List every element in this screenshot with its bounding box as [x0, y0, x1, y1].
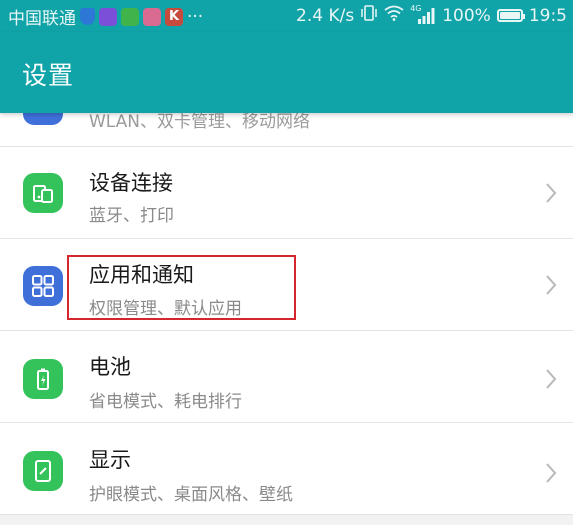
- clock: 19:5: [528, 5, 567, 26]
- chevron-right-icon: [546, 369, 557, 389]
- shield-app-icon: [80, 8, 95, 25]
- settings-item-subtitle: WLAN、双卡管理、移动网络: [89, 113, 311, 132]
- status-bar-right: 2.4 K/s 4G 100% 19:5: [296, 4, 567, 27]
- settings-item-title: 电池: [89, 355, 131, 379]
- highlight-box: [67, 255, 296, 320]
- wechat-app-icon: [121, 7, 139, 26]
- settings-item-subtitle: 护眼模式、桌面风格、壁纸: [89, 485, 293, 505]
- settings-item-battery[interactable]: 电池 省电模式、耗电排行: [0, 331, 573, 423]
- status-bar-left: 中国联通 K ···: [8, 4, 204, 30]
- settings-list[interactable]: WLAN、双卡管理、移动网络 设备连接 蓝牙、打印 应用和通知 权限管理、默认应…: [0, 113, 573, 525]
- battery-icon: [496, 9, 525, 22]
- signal-icon: 4G: [410, 4, 436, 25]
- row-divider: [0, 514, 573, 515]
- settings-item-network[interactable]: WLAN、双卡管理、移动网络: [0, 113, 573, 147]
- page-title: 设置: [22, 61, 75, 90]
- carrier-label: 中国联通: [8, 9, 76, 29]
- battery-setting-icon: [23, 359, 63, 399]
- vibrate-icon: [360, 4, 378, 27]
- battery-percent: 100%: [442, 5, 491, 26]
- more-notifications-icon: ···: [187, 6, 204, 27]
- game-app-icon: [143, 7, 161, 26]
- chevron-right-icon: [546, 183, 557, 203]
- network-icon: [23, 113, 63, 125]
- status-bar: 中国联通 K ··· 2.4 K/s 4G 100% 19:5: [0, 0, 573, 32]
- settings-item-display[interactable]: 显示 护眼模式、桌面风格、壁纸: [0, 423, 573, 515]
- network-speed: 2.4 K/s: [296, 5, 355, 26]
- wifi-icon: [384, 5, 404, 26]
- app-bar: 设置: [0, 32, 573, 113]
- purple-app-icon: [99, 7, 117, 26]
- settings-item-subtitle: 省电模式、耗电排行: [89, 392, 242, 412]
- settings-item-title: 设备连接: [89, 171, 173, 195]
- settings-item-device-connection[interactable]: 设备连接 蓝牙、打印: [0, 147, 573, 239]
- display-icon: [23, 451, 63, 491]
- settings-item-title: 显示: [89, 448, 131, 472]
- settings-item-subtitle: 蓝牙、打印: [89, 206, 174, 226]
- chevron-right-icon: [546, 275, 557, 295]
- device-connection-icon: [23, 173, 63, 213]
- k-app-icon: K: [165, 7, 183, 26]
- chevron-right-icon: [546, 463, 557, 483]
- apps-notifications-icon: [23, 266, 63, 306]
